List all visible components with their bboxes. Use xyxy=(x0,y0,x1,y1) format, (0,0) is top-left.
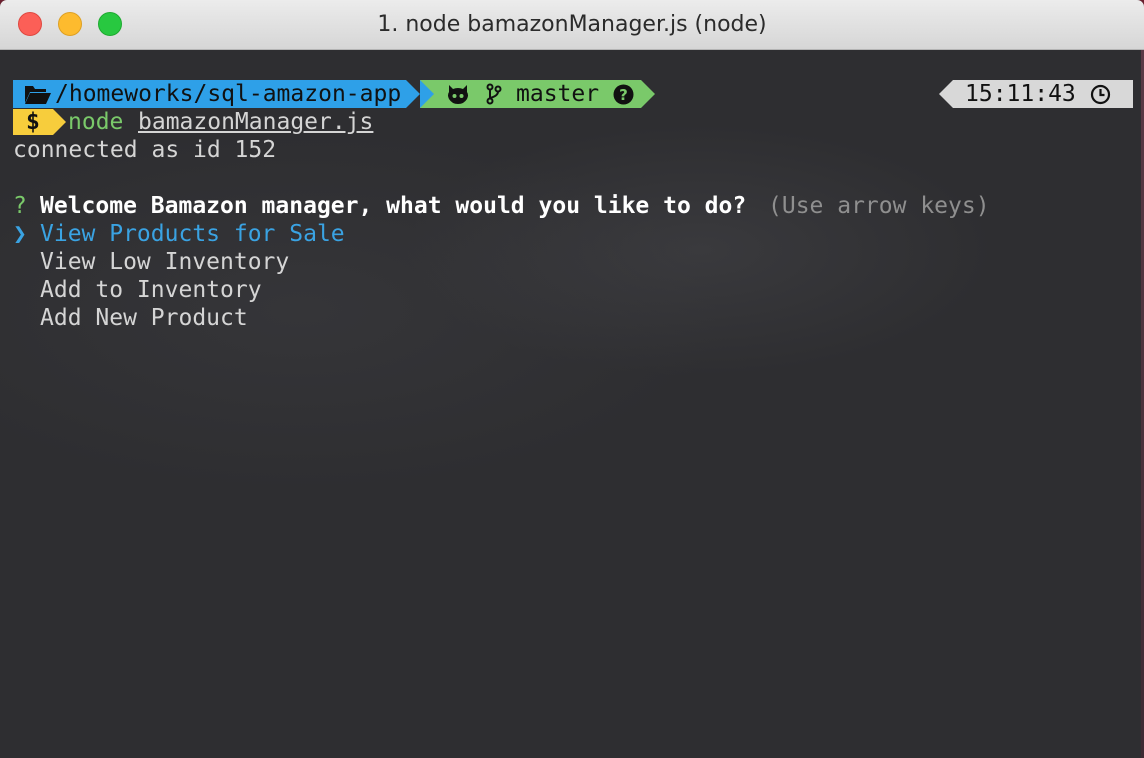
command-name: node xyxy=(68,109,124,135)
svg-text:?: ? xyxy=(619,86,628,104)
prompt-branch: master xyxy=(516,81,600,107)
terminal-content[interactable]: /homeworks/sql-amazon-app master ? 15:11… xyxy=(0,50,1144,758)
command-argument: bamazonManager.js xyxy=(138,109,374,135)
title-bar[interactable]: 1. node bamazonManager.js (node) xyxy=(0,0,1144,50)
question-mark: ? xyxy=(13,193,27,219)
github-icon xyxy=(446,83,470,109)
clock-icon xyxy=(1090,84,1111,109)
git-branch-icon xyxy=(486,83,502,109)
prompt-dollar-arrow xyxy=(53,109,66,135)
prompt-path: /homeworks/sql-amazon-app xyxy=(55,81,402,107)
prompt-dollar: $ xyxy=(26,109,40,135)
menu-option-add-product[interactable]: Add New Product xyxy=(40,304,248,332)
window-title: 1. node bamazonManager.js (node) xyxy=(377,12,767,37)
menu-option-view-products[interactable]: View Products for Sale xyxy=(40,220,345,248)
question-circle-icon: ? xyxy=(613,84,634,109)
prompt-time-arrow xyxy=(939,80,953,108)
folder-open-icon xyxy=(24,84,52,109)
prompt-git-notch xyxy=(420,80,434,108)
connected-line: connected as id 152 xyxy=(13,137,277,163)
prompt-git-arrow xyxy=(641,80,655,108)
question-hint: (Use arrow keys) xyxy=(768,193,990,219)
menu-option-view-low-inventory[interactable]: View Low Inventory xyxy=(40,248,289,276)
prompt-path-arrow xyxy=(406,80,420,108)
question-text: Welcome Bamazon manager, what would you … xyxy=(40,193,747,219)
menu-option-add-inventory[interactable]: Add to Inventory xyxy=(40,276,262,304)
terminal-window: 1. node bamazonManager.js (node) /homewo… xyxy=(0,0,1144,758)
selection-pointer-icon: ❯ xyxy=(13,221,27,247)
prompt-time: 15:11:43 xyxy=(965,81,1076,107)
